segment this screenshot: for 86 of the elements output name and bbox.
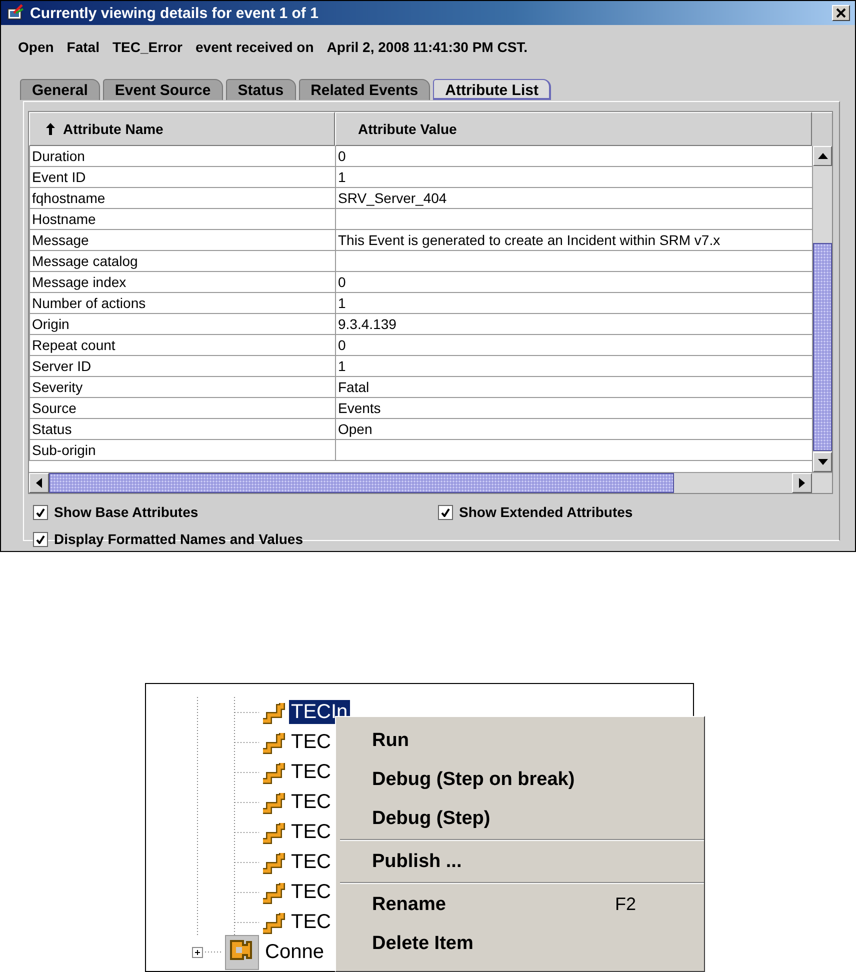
scroll-up-icon[interactable] [818,153,828,159]
table-cell: Message [29,230,335,251]
table-cell: Number of actions [29,293,335,314]
tree-item[interactable]: TECIn [289,700,350,724]
table-cell: This Event is generated to create an Incident within SRM v7.x [335,230,812,251]
tree-guide-lines [197,817,259,847]
tree-item[interactable]: TEC [289,910,333,934]
table-cell: 0 [335,272,812,293]
table-cell: fqhostname [29,188,335,209]
table-cell: Origin [29,314,335,335]
table-cell: 1 [335,167,812,188]
tree-guide-lines [197,877,259,907]
table-cell: Server ID [29,356,335,377]
tree-item[interactable]: TEC [289,820,333,844]
check-icon [36,534,45,544]
tree-guide-lines [197,697,259,727]
summary-text: TEC_Error [112,39,182,57]
close-icon [836,8,846,18]
summary-text: April 2, 2008 11:41:30 PM CST. [326,39,528,57]
shortcut-text: F2 [614,894,636,915]
table-cell: Hostname [29,209,335,230]
table-cell: Open [335,419,812,440]
column-label: Attribute Name [63,121,164,137]
table-cell: 1 [335,293,812,314]
tab[interactable]: Event Source [102,79,223,100]
tree-guide-lines [197,727,259,757]
table-cell: 9.3.4.139 [335,314,812,335]
tab[interactable]: Attribute List [433,79,552,100]
column-label: Attribute Value [358,121,457,137]
vertical-scrollbar[interactable] [812,146,832,472]
menu-item[interactable]: Debug (Step on break) [336,760,704,799]
tree-item[interactable]: TEC [289,880,333,904]
menu-item[interactable]: Rename F2 [336,885,704,924]
table-cell: Source [29,398,335,419]
tree-guide-lines [197,847,259,877]
column-header[interactable]: Attribute Value [335,112,812,146]
tree-guide-lines [197,907,259,937]
summary-text: event received on [196,39,314,57]
check-icon [36,508,45,516]
table-cell: SRV_Server_404 [335,188,812,209]
checkbox-label[interactable]: Display Formatted Names and Values [54,531,303,547]
table-cell: Status [29,419,335,440]
tab[interactable]: General [20,79,100,100]
tab[interactable]: Related Events [298,79,430,100]
close-button[interactable] [832,5,850,21]
window-title: Currently viewing details for event 1 of 1 [30,4,320,22]
table-cell: Events [335,398,812,419]
table-cell: Fatal [335,377,812,398]
scroll-left-icon[interactable] [36,478,42,488]
summary-text: Fatal [66,39,100,57]
horizontal-scrollbar[interactable] [29,472,832,493]
tree-item[interactable]: TEC [289,760,333,784]
table-cell: Sub-origin [29,440,335,461]
table-cell: Message catalog [29,251,335,272]
checkbox-label[interactable]: Show Extended Attributes [459,504,633,520]
table-cell: Message index [29,272,335,293]
tree-item[interactable]: TEC [289,790,333,814]
menu-item[interactable]: Publish ... [336,842,704,881]
column-header[interactable]: Attribute Name [29,112,335,146]
table-cell: Event ID [29,167,335,188]
tab[interactable]: Status [226,79,296,100]
checkbox[interactable] [438,504,453,520]
table-cell: Severity [29,377,335,398]
table-cell: 1 [335,356,812,377]
tree-guide-line [205,951,223,953]
tree-item[interactable]: TEC [289,730,333,754]
table-cell: 0 [335,335,812,356]
menu-item[interactable]: Delete Item [336,924,704,963]
checkbox-label[interactable]: Show Base Attributes [54,504,198,520]
tree-item[interactable]: Conne [263,940,326,964]
app-icon [6,4,24,22]
scroll-down-icon[interactable] [818,459,828,465]
checkbox[interactable] [33,532,48,546]
summary-text: Open [18,39,54,57]
table-cell: 0 [335,146,812,167]
table-cell: Duration [29,146,335,167]
table-cell: Repeat count [29,335,335,356]
expand-icon[interactable] [192,946,203,958]
menu-item[interactable]: Debug (Step) [336,799,704,838]
scroll-right-icon[interactable] [799,478,805,488]
check-icon [441,508,450,516]
tree-guide-lines [197,757,259,787]
checkbox[interactable] [33,504,48,520]
tree-guide-lines [197,787,259,817]
menu-item[interactable]: Run [336,721,704,760]
tree-item[interactable]: TEC [289,850,333,874]
